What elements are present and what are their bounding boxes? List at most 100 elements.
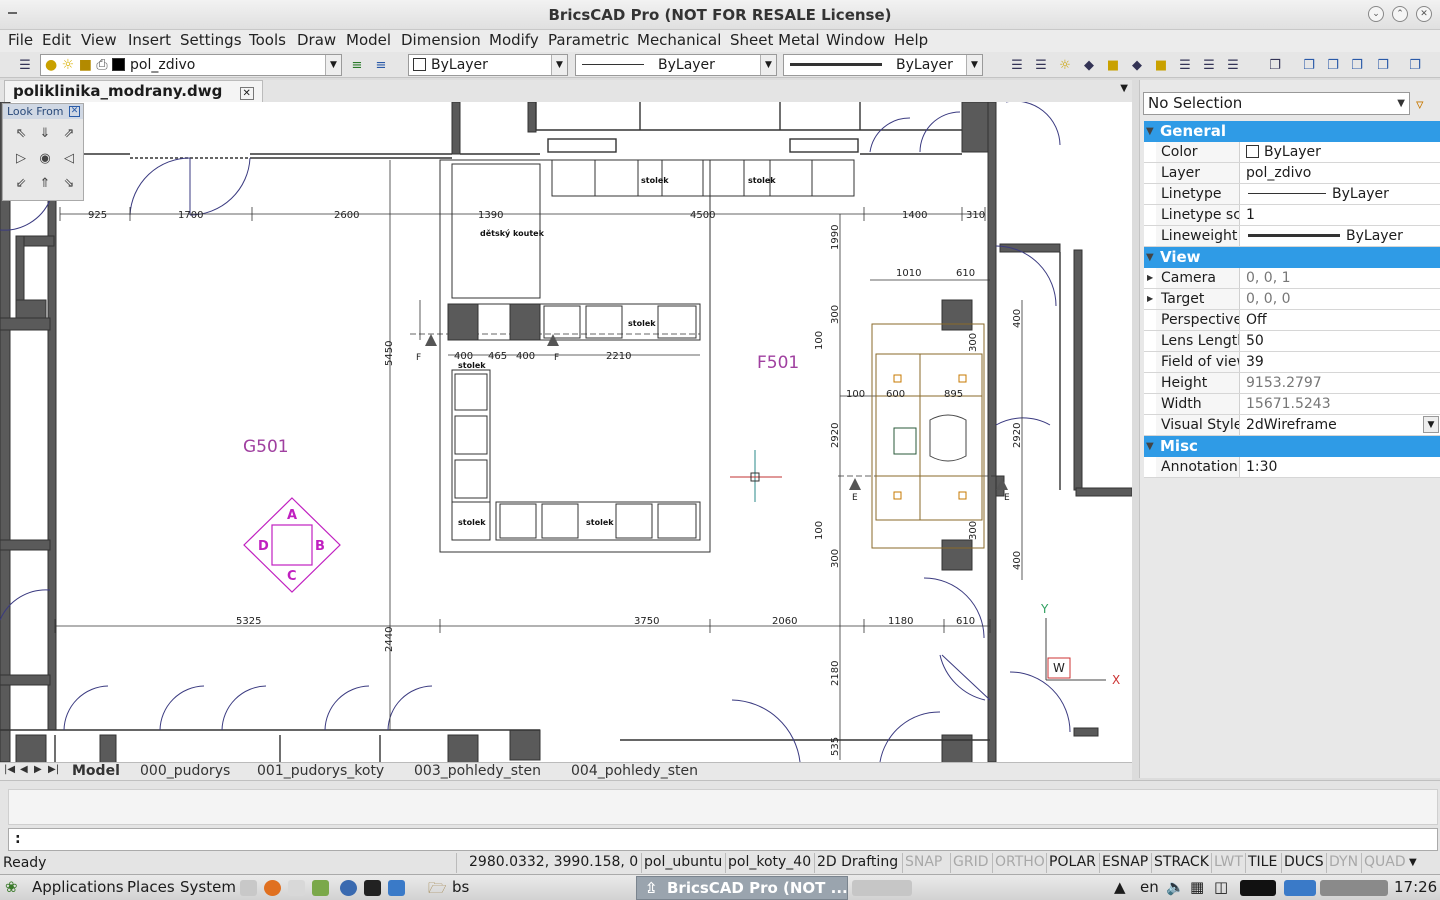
toggle-dyn[interactable]: DYN	[1326, 853, 1360, 873]
bricscad-tray-icon[interactable]	[1284, 880, 1316, 896]
office-icon[interactable]	[312, 880, 329, 896]
layer-lock-icon[interactable]: ■	[1104, 56, 1122, 74]
layer-previous-icon[interactable]: ≡	[372, 56, 390, 74]
property-row[interactable]: Field of view 39	[1144, 352, 1440, 373]
menu-insert[interactable]: Insert	[128, 31, 171, 49]
calculator-icon[interactable]	[240, 880, 257, 896]
make-current-layer-icon[interactable]: ≡	[348, 56, 366, 74]
toggle-polar[interactable]: POLAR	[1046, 853, 1098, 873]
property-row[interactable]: Layer pol_zdivo	[1144, 163, 1440, 184]
chevron-down-icon[interactable]: ▼	[1423, 416, 1439, 433]
toggle-strack[interactable]: STRACK	[1151, 853, 1211, 873]
drawing-canvas[interactable]: 925 1700 2600 1390 4500 1400 310 5325 37…	[0, 102, 1132, 762]
layer-combo[interactable]: ● ☼ ■ ⎙ pol_zdivo ▼	[40, 54, 342, 76]
layout-tab[interactable]: 003_pohledy_sten	[414, 763, 541, 779]
view-bottom-icon[interactable]: ⇑	[37, 176, 53, 192]
viewport-icon[interactable]: ❐	[1324, 56, 1342, 74]
collapse-icon[interactable]: ▼	[1146, 121, 1154, 142]
property-row[interactable]: Width 15671.5243	[1144, 394, 1440, 415]
menu-model[interactable]: Model	[346, 31, 391, 49]
applications-menu[interactable]: Applications	[32, 878, 124, 896]
category-view[interactable]: ▼ View	[1144, 247, 1440, 268]
keyboard-layout[interactable]: en	[1140, 878, 1159, 896]
property-row[interactable]: Lineweight ByLayer	[1144, 226, 1440, 247]
view-top-right-icon[interactable]: ⇗	[61, 126, 77, 142]
bricscad-icon[interactable]	[388, 880, 405, 896]
collapse-icon[interactable]: ▼	[1146, 436, 1154, 457]
linetype-combo[interactable]: ByLayer ▼	[575, 54, 777, 76]
property-row[interactable]: Linetype sc 1	[1144, 205, 1440, 226]
expand-icon[interactable]: ▶	[1147, 268, 1153, 288]
layer-manager-icon[interactable]: ☰	[16, 56, 34, 74]
viewport-icon[interactable]: ❐	[1374, 56, 1392, 74]
viewport-icon[interactable]: ❐	[1300, 56, 1318, 74]
status-workspace[interactable]: 2D Drafting	[814, 853, 900, 873]
workspace-switcher[interactable]	[852, 880, 912, 896]
property-row[interactable]: Lens Lengtl 50	[1144, 331, 1440, 352]
mail-icon[interactable]	[288, 880, 305, 896]
chevron-down-icon[interactable]: ▼	[325, 55, 341, 75]
property-row[interactable]: Color ByLayer	[1144, 142, 1440, 163]
tab-list-icon[interactable]: ▼	[1120, 83, 1128, 94]
first-tab-icon[interactable]: |◀	[4, 764, 15, 775]
layout-tab[interactable]: 000_pudorys	[140, 763, 230, 779]
menu-view[interactable]: View	[81, 31, 117, 49]
system-menu[interactable]: System	[180, 878, 236, 896]
view-center-icon[interactable]: ◉	[37, 151, 53, 167]
menu-modify[interactable]: Modify	[489, 31, 539, 49]
prev-tab-icon[interactable]: ◀	[20, 764, 28, 775]
firefox-icon[interactable]	[264, 880, 281, 896]
viewport-icon[interactable]: ❐	[1348, 56, 1366, 74]
property-row[interactable]: ▶ Target 0, 0, 0	[1144, 289, 1440, 310]
maximize-icon[interactable]: ⌃	[1392, 6, 1408, 22]
gnome-foot-icon[interactable]: ❀	[5, 878, 18, 896]
view-top-icon[interactable]: ⇓	[37, 126, 53, 142]
menu-file[interactable]: File	[8, 31, 33, 49]
tray-icon[interactable]: ◫	[1214, 878, 1228, 896]
menu-help[interactable]: Help	[894, 31, 928, 49]
toggle-grid[interactable]: GRID	[950, 853, 991, 873]
folder-icon[interactable]: 🗁	[428, 878, 447, 900]
layer-tool-icon[interactable]: ◆	[1080, 56, 1098, 74]
next-tab-icon[interactable]: ▶	[34, 764, 42, 775]
layout-tab-model[interactable]: Model	[72, 763, 120, 779]
network-icon[interactable]: ▦	[1190, 878, 1204, 896]
property-row[interactable]: Perspective Off	[1144, 310, 1440, 331]
status-menu-icon[interactable]: ▼	[1407, 853, 1419, 873]
layer-tool-icon[interactable]: ☰	[1224, 56, 1242, 74]
menu-sheet-metal[interactable]: Sheet Metal	[730, 31, 820, 49]
workspace-switcher[interactable]	[1320, 880, 1388, 896]
toggle-tile[interactable]: TILE	[1245, 853, 1279, 873]
layer-tool-icon[interactable]: ☰	[1200, 56, 1218, 74]
menu-mechanical[interactable]: Mechanical	[637, 31, 721, 49]
places-menu[interactable]: Places	[127, 878, 175, 896]
chevron-down-icon[interactable]: ▼	[966, 55, 982, 75]
minimize-icon[interactable]: ⌄	[1368, 6, 1384, 22]
close-icon[interactable]: ✕	[1416, 6, 1432, 22]
view-bottom-left-icon[interactable]: ⇙	[13, 176, 29, 192]
viewport-icon[interactable]: ❐	[1266, 56, 1284, 74]
layer-tool-icon[interactable]: ☰	[1008, 56, 1026, 74]
category-misc[interactable]: ▼ Misc	[1144, 436, 1440, 457]
toggle-ducs[interactable]: DUCS	[1281, 853, 1326, 873]
collapse-icon[interactable]: ▼	[1146, 247, 1154, 268]
volume-icon[interactable]: 🔈	[1166, 878, 1185, 896]
property-row[interactable]: ▶ Camera 0, 0, 1	[1144, 268, 1440, 289]
globe-icon[interactable]	[340, 880, 357, 896]
layer-tool-icon[interactable]: ☰	[1176, 56, 1194, 74]
view-left-icon[interactable]: ▷	[13, 151, 29, 167]
toggle-ortho[interactable]: ORTHO	[992, 853, 1047, 873]
layer-tool-icon[interactable]: ◆	[1128, 56, 1146, 74]
category-general[interactable]: ▼ General	[1144, 121, 1440, 142]
task-bricscad[interactable]: ⇫ BricsCAD Pro (NOT ...	[636, 876, 848, 900]
menu-settings[interactable]: Settings	[180, 31, 242, 49]
layout-tab[interactable]: 001_pudorys_koty	[257, 763, 384, 779]
viewport-icon[interactable]: ❐	[1406, 56, 1424, 74]
menu-edit[interactable]: Edit	[42, 31, 71, 49]
chevron-down-icon[interactable]: ▼	[1397, 93, 1405, 114]
toggle-esnap[interactable]: ESNAP	[1099, 853, 1150, 873]
selection-combo[interactable]: No Selection ▼	[1143, 92, 1410, 115]
property-row[interactable]: Annotation 1:30	[1144, 457, 1440, 478]
menu-dimension[interactable]: Dimension	[401, 31, 481, 49]
toggle-quad[interactable]: QUAD	[1361, 853, 1408, 873]
